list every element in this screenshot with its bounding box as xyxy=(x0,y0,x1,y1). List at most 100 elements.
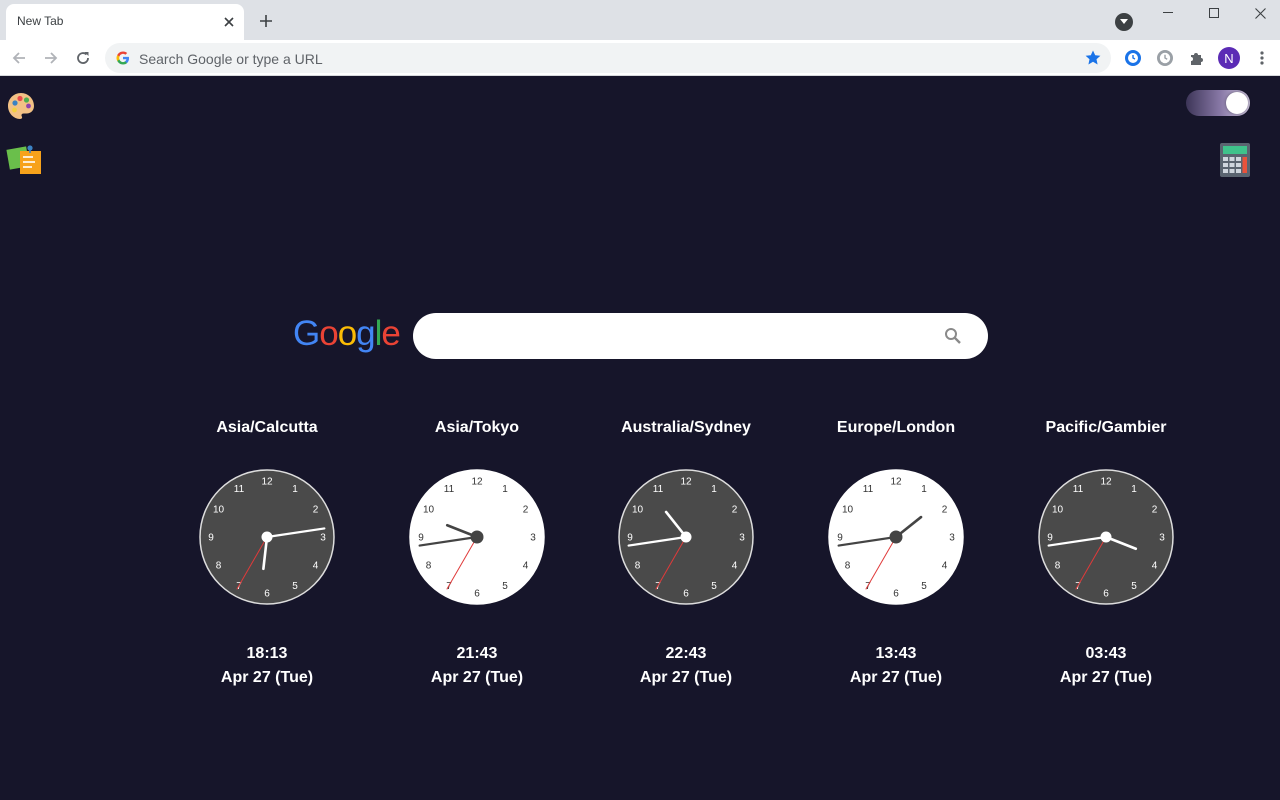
clock-numeral: 1 xyxy=(502,484,508,495)
clock-numeral: 11 xyxy=(863,484,874,495)
close-window-icon[interactable] xyxy=(1237,0,1280,26)
clock-numeral: 2 xyxy=(1152,505,1158,516)
clock-numeral: 6 xyxy=(264,589,270,600)
clock-numeral: 1 xyxy=(292,484,298,495)
clock-numeral: 4 xyxy=(313,561,319,572)
clock-digital-time: 18:13 xyxy=(172,642,362,666)
reload-icon[interactable] xyxy=(69,44,97,72)
clock-center-cap xyxy=(890,531,903,544)
clock-numeral: 7 xyxy=(655,581,661,592)
clock-numeral: 12 xyxy=(890,477,902,488)
clock-numeral: 6 xyxy=(474,589,480,600)
search-icon[interactable] xyxy=(944,327,962,345)
clock-numeral: 12 xyxy=(680,477,692,488)
profile-avatar[interactable]: N xyxy=(1218,47,1240,69)
clock-numeral: 8 xyxy=(635,561,641,572)
history-extension-icon[interactable] xyxy=(1155,48,1175,68)
google-logo-letter: e xyxy=(381,314,399,353)
clock-numeral: 11 xyxy=(234,484,245,495)
calculator-icon[interactable] xyxy=(1219,142,1251,178)
clock-numeral: 5 xyxy=(292,581,298,592)
google-g-icon xyxy=(116,51,130,65)
clock-numeral: 10 xyxy=(213,505,225,516)
clock-date: Apr 27 (Tue) xyxy=(591,666,781,690)
clock-numeral: 8 xyxy=(216,561,222,572)
clock-center-cap xyxy=(262,532,273,543)
bookmark-star-icon[interactable] xyxy=(1084,49,1102,67)
analog-clock-face: 123456789101112 xyxy=(617,468,755,606)
world-clock: Asia/Tokyo 123456789101112 21:43 Apr 27 … xyxy=(382,416,572,690)
clock-numeral: 9 xyxy=(208,533,214,544)
analog-clock-face: 123456789101112 xyxy=(827,468,965,606)
palette-icon[interactable] xyxy=(6,91,36,121)
google-logo-letter: G xyxy=(293,314,319,353)
browser-toolbar: Search Google or type a URL N xyxy=(0,40,1280,76)
clock-numeral: 3 xyxy=(530,533,536,544)
menu-dots-icon[interactable] xyxy=(1254,48,1270,68)
world-clock: Pacific/Gambier 123456789101112 03:43 Ap… xyxy=(1011,416,1201,690)
theme-toggle[interactable] xyxy=(1186,90,1250,116)
clock-numeral: 12 xyxy=(471,477,483,488)
clock-zone-name: Asia/Calcutta xyxy=(172,416,362,440)
clock-numeral: 2 xyxy=(942,505,948,516)
tab-new-tab[interactable]: New Tab xyxy=(6,4,244,40)
world-clock: Europe/London 123456789101112 13:43 Apr … xyxy=(801,416,991,690)
analog-clock-face: 123456789101112 xyxy=(198,468,336,606)
sticky-notes-icon[interactable] xyxy=(6,142,44,178)
clock-numeral: 5 xyxy=(921,581,927,592)
clock-digital-time: 22:43 xyxy=(591,642,781,666)
extensions-puzzle-icon[interactable] xyxy=(1187,48,1207,68)
clock-numeral: 9 xyxy=(418,533,424,544)
clock-numeral: 6 xyxy=(683,589,689,600)
google-logo-letter: o xyxy=(338,314,356,353)
clock-numeral: 10 xyxy=(842,505,854,516)
close-tab-icon[interactable] xyxy=(220,13,238,31)
clock-numeral: 2 xyxy=(313,505,319,516)
clock-numeral: 2 xyxy=(732,505,738,516)
clock-extension-icon[interactable] xyxy=(1123,48,1143,68)
clock-numeral: 9 xyxy=(837,533,843,544)
search-input[interactable] xyxy=(413,313,988,359)
clock-center-cap xyxy=(1101,532,1112,543)
forward-arrow-icon[interactable] xyxy=(37,44,65,72)
tab-title: New Tab xyxy=(17,14,63,28)
clock-date: Apr 27 (Tue) xyxy=(1011,666,1201,690)
clock-numeral: 9 xyxy=(1047,533,1053,544)
new-tab-plus-icon[interactable] xyxy=(255,10,277,32)
clock-digital-time: 13:43 xyxy=(801,642,991,666)
clock-numeral: 3 xyxy=(1159,533,1165,544)
back-arrow-icon[interactable] xyxy=(5,44,33,72)
maximize-window-icon[interactable] xyxy=(1191,0,1237,26)
clock-numeral: 7 xyxy=(865,581,871,592)
clock-numeral: 7 xyxy=(236,581,242,592)
clock-numeral: 10 xyxy=(423,505,435,516)
clock-digital-time: 21:43 xyxy=(382,642,572,666)
tab-search-icon[interactable] xyxy=(1115,13,1133,31)
minimize-window-icon[interactable] xyxy=(1145,0,1191,26)
analog-clock-face: 123456789101112 xyxy=(1037,468,1175,606)
clock-zone-name: Europe/London xyxy=(801,416,991,440)
clock-numeral: 5 xyxy=(1131,581,1137,592)
clock-numeral: 6 xyxy=(893,589,899,600)
clock-numeral: 11 xyxy=(653,484,664,495)
new-tab-page: Google Asia/Calcutta 123456789101112 18:… xyxy=(0,76,1280,800)
clock-numeral: 7 xyxy=(1075,581,1081,592)
clock-numeral: 11 xyxy=(444,484,455,495)
omnibox[interactable]: Search Google or type a URL xyxy=(105,43,1111,73)
clock-digital-time: 03:43 xyxy=(1011,642,1201,666)
clock-numeral: 4 xyxy=(942,561,948,572)
world-clock: Asia/Calcutta 123456789101112 18:13 Apr … xyxy=(172,416,362,690)
toggle-knob xyxy=(1226,92,1248,114)
clock-zone-name: Australia/Sydney xyxy=(591,416,781,440)
clock-numeral: 3 xyxy=(320,533,326,544)
clock-numeral: 1 xyxy=(1131,484,1137,495)
clock-numeral: 10 xyxy=(632,505,644,516)
clock-zone-name: Asia/Tokyo xyxy=(382,416,572,440)
clock-numeral: 11 xyxy=(1073,484,1084,495)
google-logo-letter: g xyxy=(356,314,374,353)
clock-numeral: 12 xyxy=(1100,477,1112,488)
clock-numeral: 10 xyxy=(1052,505,1064,516)
tab-strip: New Tab xyxy=(0,0,1280,40)
clock-date: Apr 27 (Tue) xyxy=(172,666,362,690)
clock-zone-name: Pacific/Gambier xyxy=(1011,416,1201,440)
